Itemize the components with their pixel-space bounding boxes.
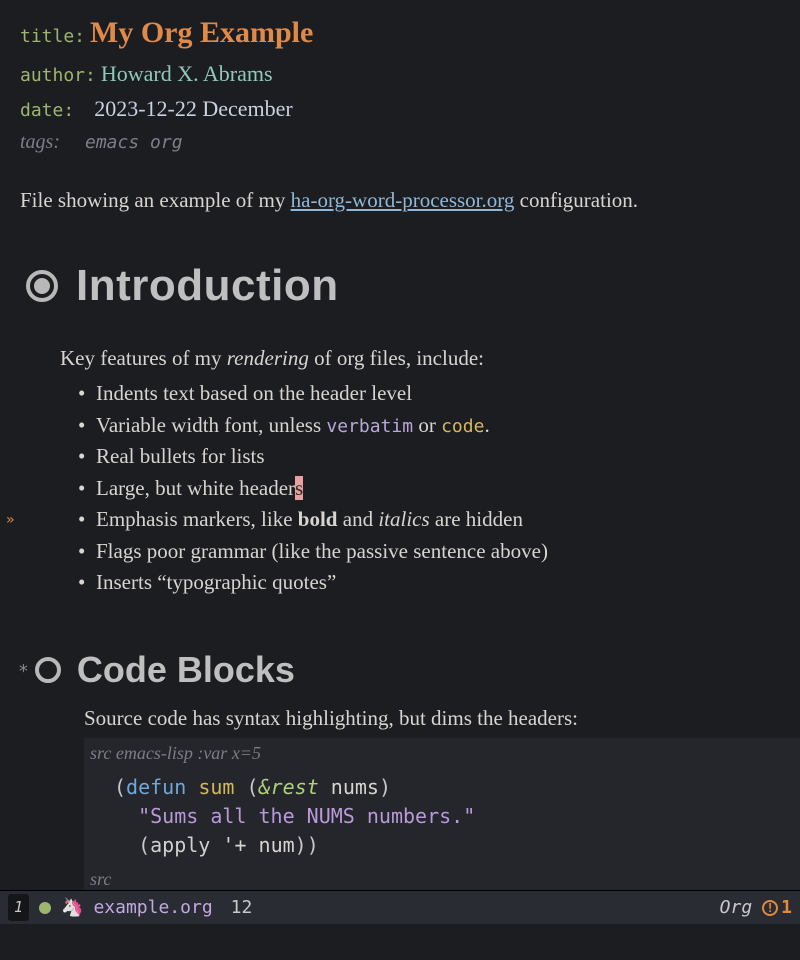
- document-title: My Org Example: [90, 16, 313, 49]
- src-begin-line: src emacs-lisp :var x=5: [84, 738, 800, 769]
- code-blocks-body: Source code has syntax highlighting, but…: [84, 703, 800, 896]
- heading-bullet-icon: [35, 657, 61, 683]
- buffer-filename[interactable]: example.org: [93, 894, 212, 921]
- unicorn-icon: 🦄: [61, 894, 83, 921]
- window-number: 1: [8, 894, 29, 921]
- config-link[interactable]: ha-org-word-processor.org: [291, 188, 515, 212]
- features-list: Indents text based on the header level V…: [78, 378, 800, 599]
- line-number: 12: [231, 894, 253, 921]
- text-cursor: s: [295, 476, 303, 500]
- mode-line[interactable]: 1 🦄 example.org 12 Org ! 1: [0, 890, 800, 924]
- meta-date-line: date: 2023-12-22 December: [20, 92, 800, 125]
- fringe-marker-icon: »: [6, 510, 14, 531]
- echo-area: [0, 924, 800, 960]
- warning-count: 1: [781, 894, 792, 921]
- meta-tags-line: tags: emacs org: [20, 127, 800, 157]
- features-lead: Key features of my rendering of org file…: [60, 343, 800, 375]
- verbatim-text: verbatim: [326, 416, 413, 437]
- modified-indicator-icon: [39, 902, 51, 914]
- heading-code-blocks[interactable]: * Code Blocks: [18, 643, 800, 697]
- heading-2-text: Code Blocks: [77, 643, 295, 697]
- flycheck-warnings[interactable]: ! 1: [762, 894, 792, 921]
- code-intro: Source code has syntax highlighting, but…: [84, 703, 800, 735]
- introduction-body: Key features of my rendering of org file…: [60, 343, 800, 599]
- meta-key-author: author:: [20, 65, 96, 86]
- intro-paragraph: File showing an example of my ha-org-wor…: [20, 185, 800, 217]
- document-tags: emacs org: [85, 132, 183, 153]
- list-item: Inserts “typographic quotes”: [78, 567, 800, 599]
- meta-key-tags: tags:: [20, 131, 60, 153]
- list-item: Large, but white headers: [78, 473, 800, 505]
- document-author: Howard X. Abrams: [101, 61, 273, 86]
- editor-buffer[interactable]: title: My Org Example author: Howard X. …: [0, 0, 800, 890]
- list-item: » Emphasis markers, like bold and italic…: [78, 504, 800, 536]
- list-item: Variable width font, unless verbatim or …: [78, 410, 800, 442]
- meta-title-line: title: My Org Example: [20, 10, 800, 55]
- code-content[interactable]: (defun sum (&rest nums) "Sums all the NU…: [84, 769, 800, 864]
- source-block[interactable]: src emacs-lisp :var x=5 (defun sum (&res…: [84, 738, 800, 895]
- list-item: Indents text based on the header level: [78, 378, 800, 410]
- meta-key-date: date:: [20, 100, 74, 121]
- document-date: 2023-12-22 December: [94, 96, 293, 121]
- warning-icon: !: [762, 900, 778, 916]
- major-mode[interactable]: Org: [720, 894, 753, 921]
- list-item: Real bullets for lists: [78, 441, 800, 473]
- code-text: code: [441, 416, 484, 437]
- heading-bullet-icon: [26, 270, 58, 302]
- heading-1-text: Introduction: [76, 253, 339, 319]
- meta-key-title: title:: [20, 26, 85, 47]
- meta-author-line: author: Howard X. Abrams: [20, 57, 800, 90]
- list-item: Flags poor grammar (like the passive sen…: [78, 536, 800, 568]
- heading-star-icon: *: [18, 658, 29, 685]
- heading-introduction[interactable]: Introduction: [26, 253, 800, 319]
